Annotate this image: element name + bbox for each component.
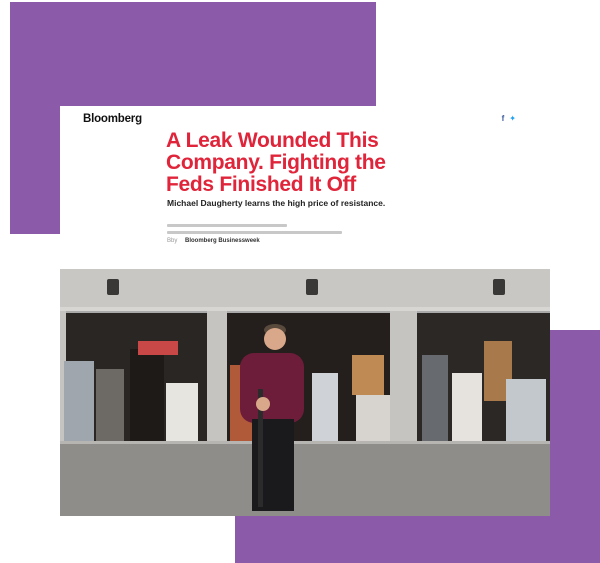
social-share: f ✦ xyxy=(502,115,516,123)
byline-source[interactable]: Bloomberg Businessweek xyxy=(185,238,260,244)
hero-photo xyxy=(60,269,550,516)
publish-meta-line xyxy=(167,231,342,234)
facebook-icon[interactable]: f xyxy=(502,115,505,123)
brand-logo: Bloomberg xyxy=(83,113,142,125)
byline-label: Bby xyxy=(167,238,178,244)
byline: Bby Bloomberg Businessweek xyxy=(167,238,260,245)
garage-photo-illustration xyxy=(60,269,550,516)
article-screenshot: Bloomberg f ✦ A Leak Wounded This Compan… xyxy=(60,106,550,516)
article-dek: Michael Daugherty learns the high price … xyxy=(167,198,386,208)
article-headline: A Leak Wounded This Company. Fighting th… xyxy=(166,129,386,196)
twitter-icon[interactable]: ✦ xyxy=(509,115,516,123)
publish-meta-line xyxy=(167,224,287,227)
